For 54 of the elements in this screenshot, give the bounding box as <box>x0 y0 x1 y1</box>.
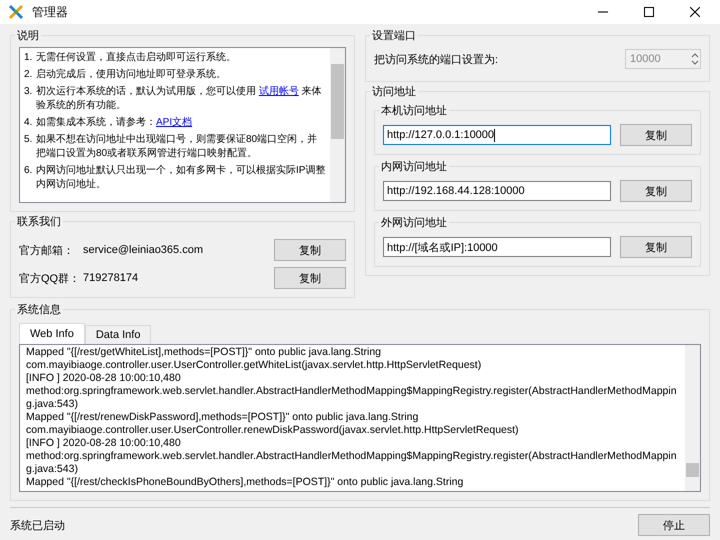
window-title: 管理器 <box>32 4 68 20</box>
copy-button[interactable]: 复制 <box>620 236 692 258</box>
address-field[interactable]: http://127.0.0.1:10000 <box>383 125 611 145</box>
log-line: method:org.springframework.web.servlet.handler.AbstractHandlerMethodMapping$MappingRegistry.register(AbstractHandlerMethodMapping.java:543) <box>26 385 678 411</box>
field-label: 官方邮箱： <box>19 244 75 258</box>
group-title: 说明 <box>16 29 40 43</box>
item-number: 5. <box>24 133 34 147</box>
group-title: 系统信息 <box>16 302 62 317</box>
close-icon[interactable] <box>690 7 700 17</box>
group-title: 访问地址 <box>371 84 417 99</box>
item-number: 4. <box>24 116 34 130</box>
address-field[interactable]: http://[域名或IP]:10000 <box>383 237 611 257</box>
log-line: Mapped "{[/rest/checkIsPhoneBoundByOthers],methods=[POST]}" onto public java.lang.String <box>26 476 464 489</box>
field-label: 官方QQ群： <box>19 272 82 286</box>
app-logo-icon <box>8 4 24 20</box>
log-line: [INFO ] 2020-08-28 10:00:10,480 <box>26 437 182 450</box>
item-number: 1. <box>24 51 34 65</box>
link[interactable]: 试用帐号 <box>258 86 299 97</box>
copy-button[interactable]: 复制 <box>274 267 346 289</box>
instruction-text: 初次运行本系统的话，默认为试用版，您可以使用 试用帐号 来体验系统的所有功能。 <box>36 85 323 113</box>
group-title: 联系我们 <box>16 214 62 229</box>
stop-button[interactable]: 停止 <box>638 514 710 536</box>
instruction-text: 启动完成后，使用访问地址即可登录系统。 <box>36 68 226 82</box>
copy-button[interactable]: 复制 <box>620 124 692 146</box>
group-title: 外网访问地址 <box>380 216 448 230</box>
scrollbar[interactable] <box>685 345 700 491</box>
log-line: Mapped "{[/rest/renewDiskPassword],methods=[POST]}" onto public java.lang.String <box>26 411 420 424</box>
log-line: Mapped "{[/rest/getWhiteList],methods=[POST]}" onto public java.lang.String <box>26 346 382 359</box>
link[interactable]: API文档 <box>156 117 192 128</box>
field-label: 把访问系统的端口设置为: <box>374 52 498 66</box>
instruction-text: 内网访问地址默认只出现一个，如有多网卡，可以根据实际IP调整内网访问地址。 <box>36 164 326 192</box>
address-field[interactable]: http://192.168.44.128:10000 <box>383 181 611 201</box>
scrollbar[interactable] <box>330 48 345 202</box>
tab[interactable]: Data Info <box>84 325 152 344</box>
item-number: 2. <box>24 68 34 82</box>
maximize-icon[interactable] <box>644 7 654 17</box>
group-title: 内网访问地址 <box>380 160 448 174</box>
tab[interactable]: Web Info <box>19 323 85 344</box>
field-value: service@leiniao365.com <box>83 244 204 256</box>
field-value: 719278174 <box>83 272 140 284</box>
group-title: 设置端口 <box>371 29 417 43</box>
log-line: com.mayibiaoge.controller.user.UserController.getWhiteList(javax.servlet.http.HttpServletRequest) <box>26 359 482 372</box>
status-text: 系统已启动 <box>10 518 65 532</box>
group-title: 本机访问地址 <box>380 104 448 118</box>
instruction-text: 如果不想在访问地址中出现端口号，则需要保证80端口空闲，并把端口设置为80或者联系网管进行端口映射配置。 <box>36 133 318 161</box>
instruction-text: 无需任何设置，直接点击启动即可运行系统。 <box>36 51 236 65</box>
log-line: [INFO ] 2020-08-28 10:00:10,480 <box>26 372 182 385</box>
instruction-text: 如需集成本系统，请参考：API文档 <box>36 116 192 130</box>
log-line: com.mayibiaoge.controller.user.UserController.renewDiskPassword(javax.servlet.http.HttpServletRequest) <box>26 424 520 437</box>
copy-button[interactable]: 复制 <box>274 239 346 261</box>
item-number: 3. <box>24 85 34 99</box>
item-number: 6. <box>24 164 34 178</box>
copy-button[interactable]: 复制 <box>620 180 692 202</box>
log-line: method:org.springframework.web.servlet.handler.AbstractHandlerMethodMapping$MappingRegistry.register(AbstractHandlerMethodMapping.java:543) <box>26 450 678 476</box>
